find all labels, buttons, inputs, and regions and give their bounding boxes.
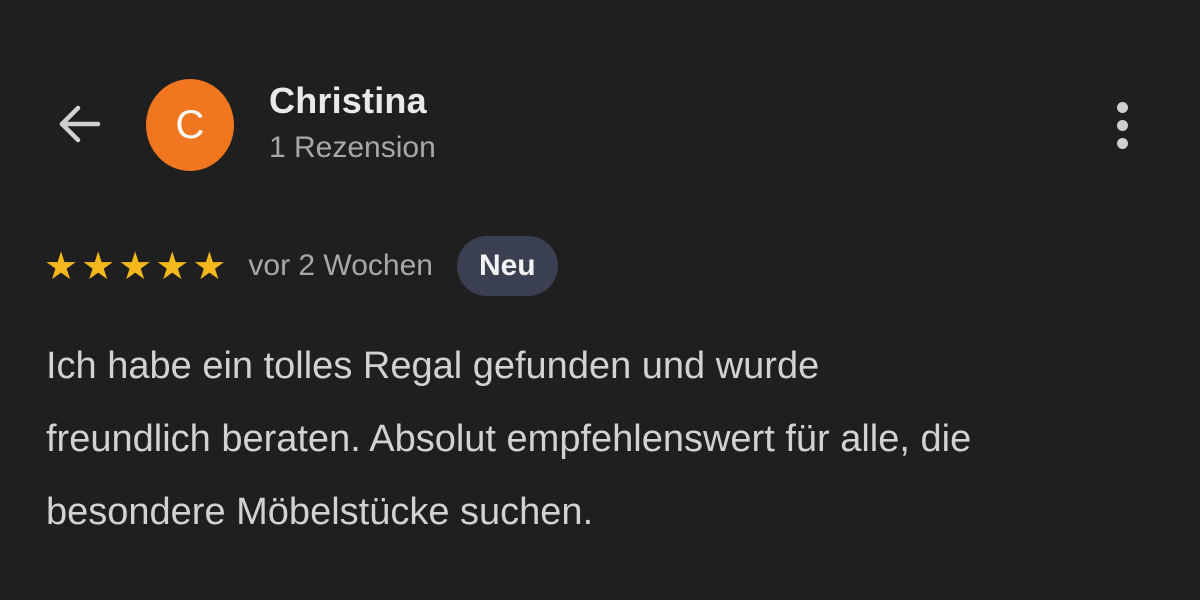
review-header: C Christina 1 Rezension: [0, 0, 1200, 200]
star-rating: ★ ★ ★ ★ ★: [44, 247, 226, 285]
more-options-button[interactable]: [1098, 96, 1146, 154]
more-vert-icon-dot: [1116, 137, 1128, 149]
back-button[interactable]: [48, 94, 108, 154]
review-meta: ★ ★ ★ ★ ★ vor 2 Wochen Neu: [44, 236, 558, 296]
star-icon: ★: [44, 244, 79, 288]
reviewer-name[interactable]: Christina: [269, 80, 427, 122]
star-icon: ★: [118, 244, 153, 288]
review-count: 1 Rezension: [269, 131, 436, 164]
more-vert-icon: [1116, 101, 1128, 113]
star-icon: ★: [155, 244, 190, 288]
review-text: Ich habe ein tolles Regal gefunden und w…: [46, 330, 1166, 549]
star-icon: ★: [81, 244, 116, 288]
star-icon: ★: [192, 244, 227, 288]
avatar-letter: C: [175, 102, 205, 147]
more-vert-icon-dot: [1116, 119, 1128, 131]
review-time: vor 2 Wochen: [248, 249, 433, 282]
avatar[interactable]: C: [146, 79, 234, 171]
review-text-line: Ich habe ein tolles Regal gefunden und w…: [46, 345, 820, 387]
review-text-line: freundlich beraten. Absolut empfehlenswe…: [46, 418, 972, 460]
arrow-left-icon: [59, 105, 101, 143]
review-text-line: besondere Möbelstücke suchen.: [46, 491, 594, 533]
new-badge: Neu: [456, 236, 558, 296]
